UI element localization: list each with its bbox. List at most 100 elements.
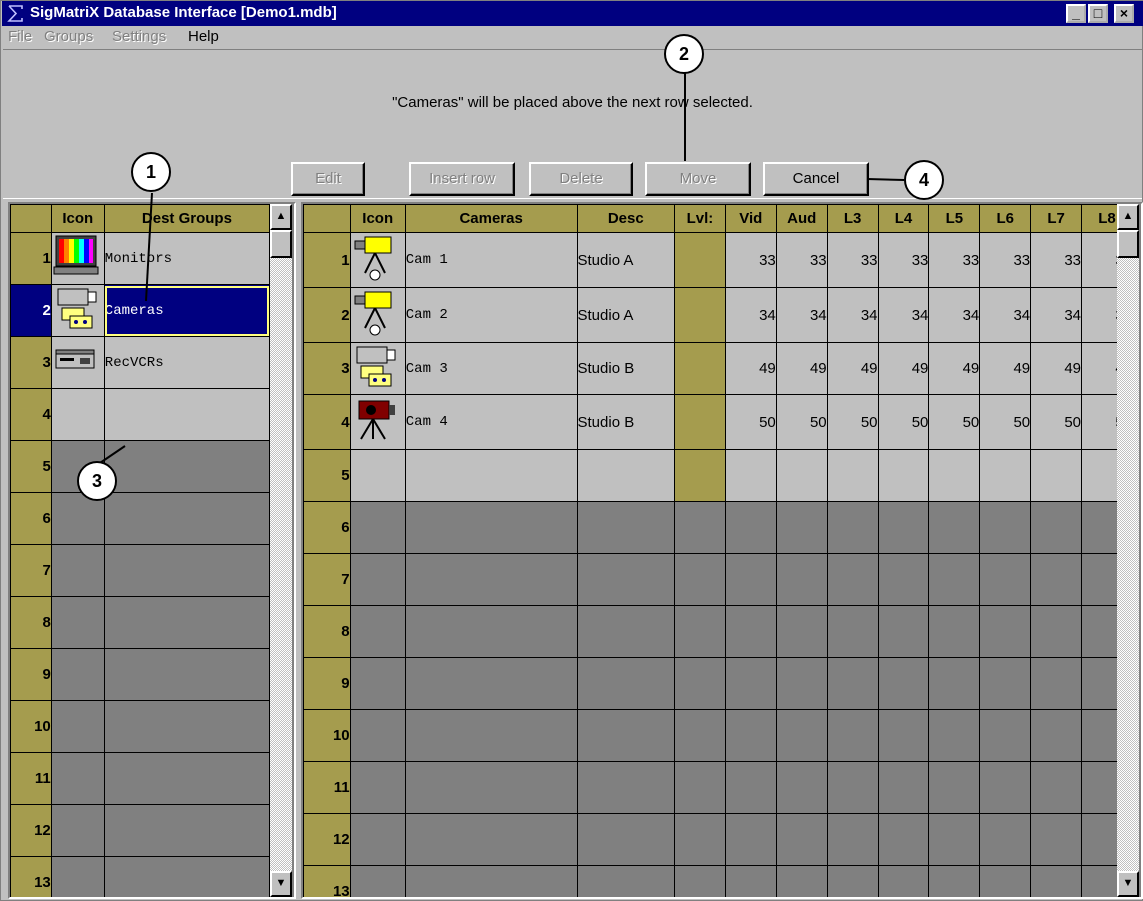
table-row[interactable]: 5 (303, 449, 1133, 502)
column-header-icon[interactable]: Icon (349, 204, 406, 233)
table-row[interactable]: 9 (10, 648, 271, 701)
menu-settings[interactable]: Settings (112, 28, 166, 45)
level-value-cell[interactable]: 34 (928, 287, 981, 343)
level-value-cell[interactable]: 50 (775, 394, 828, 450)
level-value-cell[interactable]: 50 (1030, 394, 1083, 450)
empty-cell[interactable] (979, 449, 1032, 502)
level-value-cell[interactable]: 50 (826, 394, 879, 450)
table-row[interactable]: 6 (10, 492, 271, 545)
empty-icon-cell[interactable] (50, 388, 105, 441)
header-corner[interactable] (10, 204, 52, 233)
row-number[interactable]: 11 (10, 752, 52, 805)
level-value-cell[interactable]: 49 (928, 342, 981, 395)
monitor-icon[interactable] (50, 232, 105, 285)
table-row[interactable]: 1 Monitors (10, 232, 271, 285)
tripod-camera-icon[interactable] (349, 394, 406, 450)
column-header-cameras[interactable]: Cameras (404, 204, 578, 233)
empty-cell[interactable] (1030, 449, 1083, 502)
empty-cell[interactable] (826, 449, 879, 502)
table-row[interactable]: 10 (10, 700, 271, 753)
level-value-cell[interactable]: 34 (775, 287, 828, 343)
row-number[interactable]: 9 (10, 648, 52, 701)
table-row[interactable]: 11 (303, 761, 1133, 814)
scroll-up-button[interactable]: ▲ (1117, 204, 1139, 230)
group-name-cell[interactable]: RecVCRs (103, 336, 271, 389)
row-number[interactable]: 4 (303, 394, 351, 450)
column-header-vid[interactable]: Vid (724, 204, 777, 233)
level-value-cell[interactable]: 33 (775, 232, 828, 288)
level-value-cell[interactable]: 33 (979, 232, 1032, 288)
row-number[interactable]: 13 (10, 856, 52, 897)
row-number[interactable]: 7 (10, 544, 52, 597)
row-number[interactable]: 6 (303, 501, 351, 554)
table-row[interactable]: 6 (303, 501, 1133, 554)
row-number[interactable]: 3 (303, 342, 351, 395)
row-number[interactable]: 6 (10, 492, 52, 545)
desc-cell[interactable]: Studio B (576, 394, 676, 450)
level-value-cell[interactable]: 34 (724, 287, 777, 343)
row-number[interactable]: 5 (10, 440, 52, 493)
menu-groups[interactable]: Groups (44, 28, 93, 45)
level-value-cell[interactable]: 34 (1030, 287, 1083, 343)
level-value-cell[interactable]: 34 (826, 287, 879, 343)
empty-cell[interactable] (349, 449, 406, 502)
level-value-cell[interactable]: 49 (1030, 342, 1083, 395)
minimize-button[interactable]: _ (1066, 4, 1086, 23)
row-number[interactable]: 9 (303, 657, 351, 710)
table-row[interactable]: 7 (303, 553, 1133, 606)
row-number[interactable]: 4 (10, 388, 52, 441)
table-row[interactable]: 3Cam 3Studio B4949494949494949 (303, 342, 1133, 395)
cancel-button[interactable]: Cancel (763, 162, 869, 196)
menu-help[interactable]: Help (188, 28, 219, 45)
table-row[interactable]: 3 RecVCRs (10, 336, 271, 389)
row-number[interactable]: 2 (303, 287, 351, 343)
maximize-button[interactable]: □ (1088, 4, 1108, 23)
empty-cell[interactable] (576, 449, 676, 502)
table-row[interactable]: 4Cam 4Studio B5050505050505050 (303, 394, 1133, 450)
table-row[interactable]: 11 (10, 752, 271, 805)
cameras-icon[interactable] (50, 284, 105, 337)
row-number[interactable]: 10 (303, 709, 351, 762)
level-value-cell[interactable]: 34 (979, 287, 1032, 343)
column-header-l6[interactable]: L6 (979, 204, 1032, 233)
row-number[interactable]: 10 (10, 700, 52, 753)
group-name-cell[interactable]: Cameras (103, 284, 271, 337)
menu-file[interactable]: File (8, 28, 32, 45)
studio-camera-icon[interactable] (349, 232, 406, 288)
scroll-thumb[interactable] (270, 230, 292, 258)
left-vertical-scrollbar[interactable]: ▲ ▼ (270, 204, 292, 897)
table-row[interactable]: 7 (10, 544, 271, 597)
level-value-cell[interactable]: 50 (928, 394, 981, 450)
level-value-cell[interactable]: 33 (724, 232, 777, 288)
row-number[interactable]: 1 (303, 232, 351, 288)
table-row[interactable]: 8 (303, 605, 1133, 658)
level-value-cell[interactable]: 49 (877, 342, 930, 395)
empty-cell[interactable] (877, 449, 930, 502)
level-value-cell[interactable]: 50 (724, 394, 777, 450)
scroll-down-button[interactable]: ▼ (1117, 871, 1139, 897)
column-header-l7[interactable]: L7 (1030, 204, 1083, 233)
table-row[interactable]: 13 (10, 856, 271, 897)
empty-cell[interactable] (928, 449, 981, 502)
camera-name-cell[interactable]: Cam 3 (404, 342, 578, 395)
column-header-l5[interactable]: L5 (928, 204, 981, 233)
level-value-cell[interactable]: 33 (1030, 232, 1083, 288)
desc-cell[interactable]: Studio A (576, 232, 676, 288)
row-number[interactable]: 13 (303, 865, 351, 897)
insert-row-button[interactable]: Insert row (409, 162, 515, 196)
table-row[interactable]: 10 (303, 709, 1133, 762)
vcr-icon[interactable] (50, 336, 105, 389)
table-row[interactable]: 5 (10, 440, 271, 493)
column-header-aud[interactable]: Aud (775, 204, 828, 233)
desc-cell[interactable]: Studio B (576, 342, 676, 395)
move-button[interactable]: Move (645, 162, 751, 196)
row-number[interactable]: 12 (303, 813, 351, 866)
group-name-cell[interactable] (103, 388, 271, 441)
scroll-thumb[interactable] (1117, 230, 1139, 258)
level-value-cell[interactable]: 34 (877, 287, 930, 343)
level-value-cell[interactable]: 33 (928, 232, 981, 288)
level-value-cell[interactable]: 33 (826, 232, 879, 288)
table-row[interactable]: 13 (303, 865, 1133, 897)
row-number[interactable]: 12 (10, 804, 52, 857)
level-value-cell[interactable]: 49 (724, 342, 777, 395)
